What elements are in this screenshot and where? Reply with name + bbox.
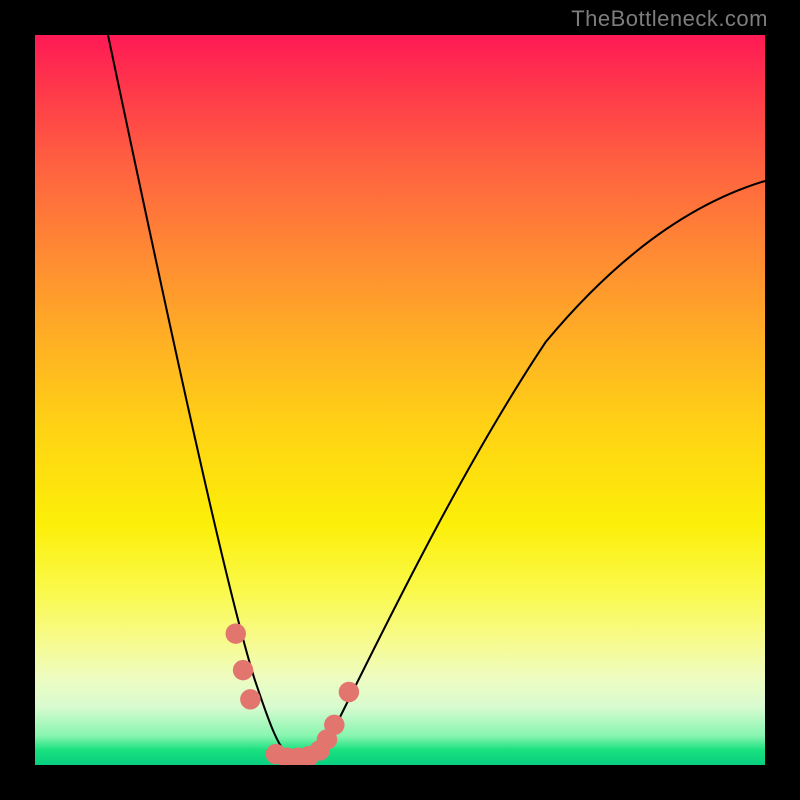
marker-dot — [233, 660, 253, 680]
marker-dot — [226, 623, 246, 643]
watermark-text: TheBottleneck.com — [571, 6, 768, 32]
marker-dot — [240, 689, 260, 709]
curve-svg — [35, 35, 765, 765]
chart-frame: TheBottleneck.com — [0, 0, 800, 800]
marker-dot — [339, 682, 359, 702]
marker-dot — [324, 715, 344, 735]
plot-area — [35, 35, 765, 765]
bottleneck-curve — [108, 35, 765, 761]
